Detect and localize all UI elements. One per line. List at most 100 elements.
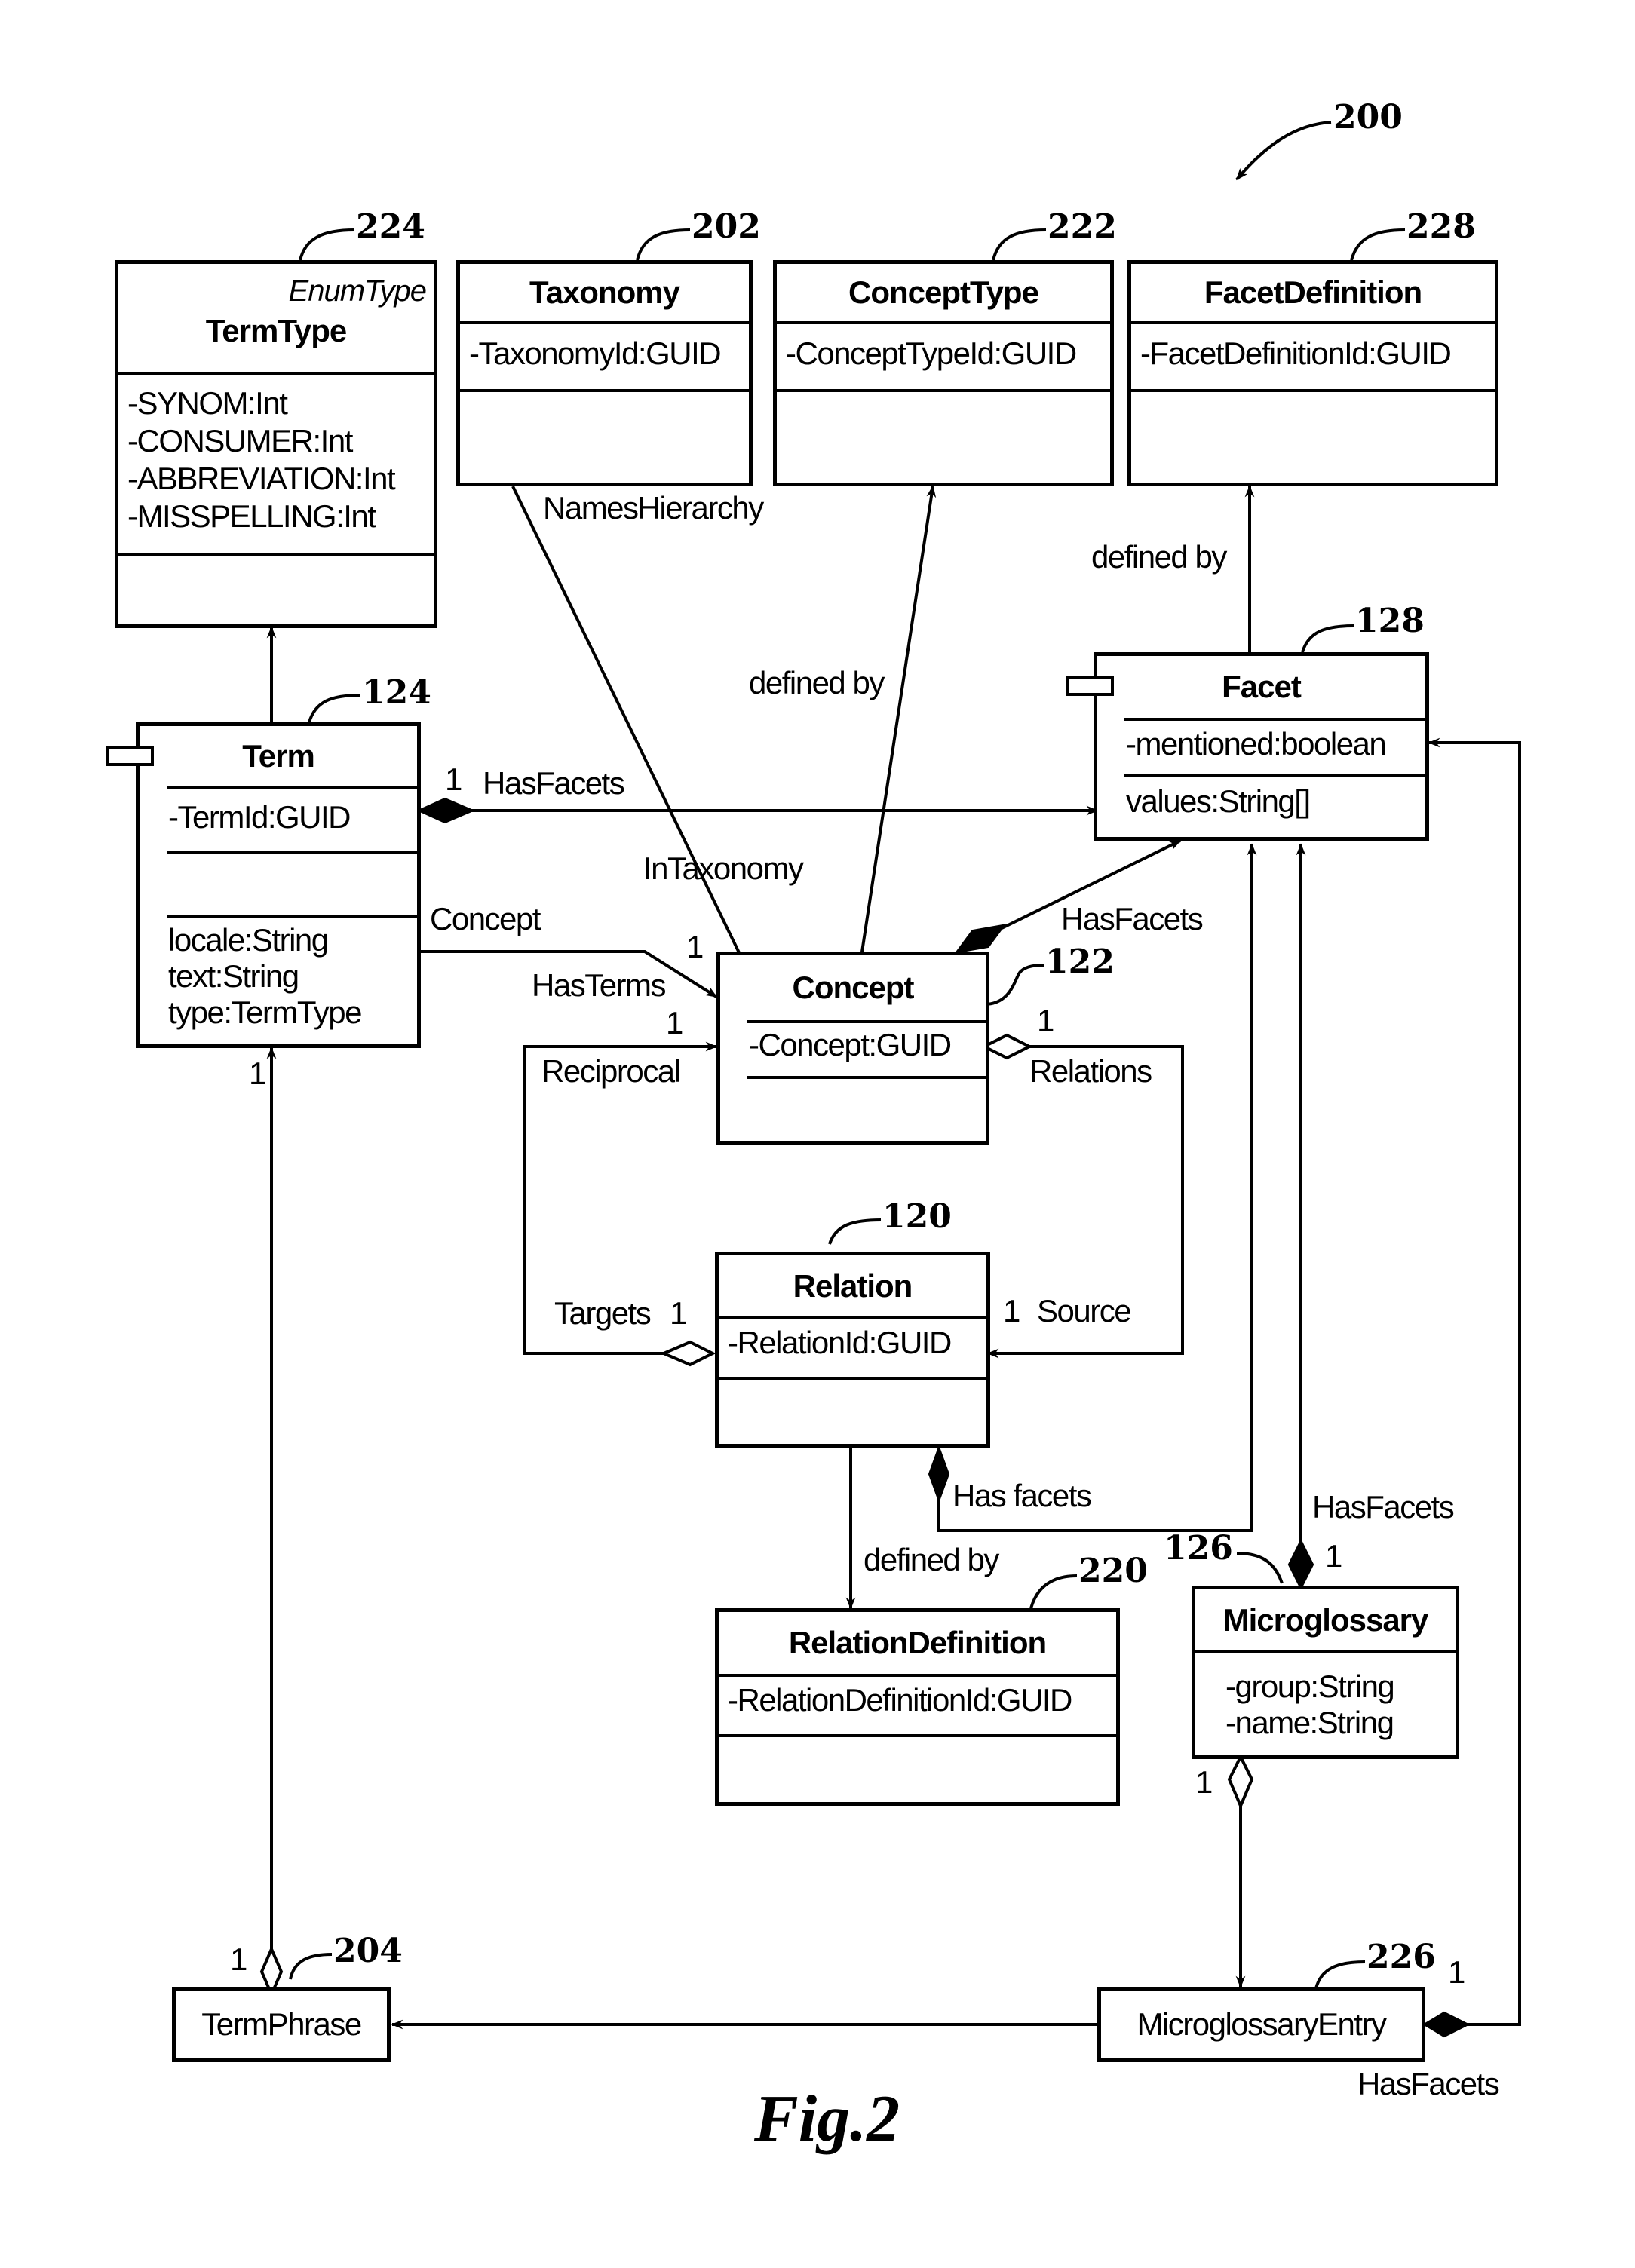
termtype-attr: -MISSPELLING:Int [127,498,376,534]
concept-relations-diamond [980,1033,1033,1060]
class-microglossary[interactable]: Microglossary -group:String -name:String [1192,1586,1459,1759]
term-component-tab-icon [106,746,154,766]
concept-attributes: -Concept:GUID [747,1020,986,1079]
figure-ref-label: 200 [1333,98,1403,136]
ref-leader-120 [828,1218,882,1245]
termtype-ref: 224 [356,207,425,246]
facet-attr: -mentioned:boolean [1126,726,1387,762]
termphrase-name: TermPhrase [201,2006,362,2042]
facet-op: values:String[] [1126,783,1311,819]
termtype-name: TermType [205,313,348,348]
ref-leader-126 [1236,1552,1284,1584]
concepttype-attributes: -ConceptTypeId:GUID [777,324,1110,392]
facet-defined-by-label: defined by [1091,539,1227,575]
termtype-stereotype: EnumType [288,274,427,308]
concepttype-ref: 222 [1048,207,1117,246]
termtype-attr: -CONSUMER:Int [127,423,353,458]
facetdefinition-operations [1131,392,1495,397]
class-facet[interactable]: Facet -mentioned:boolean values:String[] [1094,652,1429,841]
concept-defined-by-link [854,485,937,992]
concept-attr: -Concept:GUID [749,1027,952,1062]
source-label: Source [1037,1293,1132,1329]
ref-leader-226 [1314,1960,1366,1989]
termtype-attr: -SYNOM:Int [127,385,288,421]
class-relationdefinition[interactable]: RelationDefinition -RelationDefinitionId… [715,1608,1120,1806]
microglossary-attributes: -group:String -name:String [1195,1653,1456,1755]
intaxonomy-label: InTaxonomy [643,851,804,886]
taxonomy-attr: -TaxonomyId:GUID [469,336,722,371]
taxonomy-attributes: -TaxonomyId:GUID [460,324,749,392]
facetdefinition-attributes: -FacetDefinitionId:GUID [1131,324,1495,392]
hasterms-mult: 1 [666,1005,683,1041]
facet-component-tab-icon [1066,676,1114,696]
termphrase-mult: 1 [230,1942,247,1977]
facetdefinition-ref: 228 [1406,207,1476,246]
microglossary-hasfacets-diamond [1287,1538,1314,1591]
ref-leader-228 [1350,228,1406,261]
termtype-operations [118,556,434,561]
taxonomy-operations [460,392,749,397]
term-name: Term [242,738,315,774]
concept-composition-diamond [954,924,1007,954]
microglossaryentry-ref: 226 [1367,1938,1436,1976]
termtype-attr: -ABBREVIATION:Int [127,461,396,496]
class-concepttype[interactable]: ConceptType -ConceptTypeId:GUID [773,260,1114,486]
relation-name: Relation [719,1255,986,1319]
microglossary-ref: 126 [1164,1529,1233,1568]
relation-hasfacets-label: Has facets [952,1478,1092,1513]
concept-hasfacets-label: HasFacets [1061,901,1204,936]
relationdefinition-ref: 220 [1078,1552,1148,1590]
class-concept[interactable]: Concept -Concept:GUID [716,952,989,1145]
term-operations: locale:String text:String type:TermType [140,918,417,1031]
term-op: locale:String [168,922,329,958]
targets-mult: 1 [670,1295,687,1331]
microglossary-entry-mult: 1 [1195,1764,1213,1800]
relation-attributes: -RelationId:GUID [719,1319,986,1380]
term-attributes: -TermId:GUID [167,786,417,854]
source-mult: 1 [1003,1293,1020,1329]
relationdefinition-attr: -RelationDefinitionId:GUID [728,1682,1072,1718]
ref-leader-202 [636,228,691,261]
relation-operations [719,1380,986,1384]
term-hasfacets-mult: 1 [445,762,462,797]
class-relation[interactable]: Relation -RelationId:GUID [715,1252,990,1448]
ref-leader-128 [1301,624,1354,653]
entry-hasfacets-diamond [1422,2011,1471,2038]
class-term[interactable]: Term -TermId:GUID locale:String text:Str… [136,722,421,1048]
entry-hasfacets-mult: 1 [1448,1954,1465,1990]
concept-name: Concept [792,970,915,1005]
ref-leader-124 [308,694,361,723]
termtype-attributes: -SYNOM:Int -CONSUMER:Int -ABBREVIATION:I… [118,375,434,556]
class-facetdefinition[interactable]: FacetDefinition -FacetDefinitionId:GUID [1127,260,1498,486]
term-empty-section [167,854,417,918]
relationdefinition-operations [719,1737,1116,1742]
class-microglossaryentry[interactable]: MicroglossaryEntry [1097,1987,1425,2062]
term-attr: -TermId:GUID [168,799,351,835]
concepttype-attr: -ConceptTypeId:GUID [786,336,1077,371]
ref-leader-122 [983,964,1044,1006]
class-taxonomy[interactable]: Taxonomy -TaxonomyId:GUID [456,260,753,486]
relation-hasfacets-diamond [928,1445,950,1503]
intaxonomy-link [511,486,759,993]
class-termphrase[interactable]: TermPhrase [172,1987,391,2062]
taxonomy-name: Taxonomy [460,264,749,324]
entry-hasfacets-link [1428,737,1521,2026]
facetdefinition-attr: -FacetDefinitionId:GUID [1140,336,1452,371]
concept-operations [720,1079,986,1083]
term-concept-label: Concept [430,901,541,936]
relations-mult: 1 [1037,1003,1054,1038]
ref-leader-220 [1029,1574,1078,1609]
hasterms-label: HasTerms [532,967,667,1003]
term-op: text:String [168,958,299,994]
relation-ref: 120 [882,1197,952,1236]
microglossary-attr: -name:String [1225,1705,1394,1740]
concepttype-operations [777,392,1110,397]
class-termtype[interactable]: EnumType TermType -SYNOM:Int -CONSUMER:I… [115,260,437,628]
facet-operations: values:String[] [1097,777,1425,820]
relationdefinition-attributes: -RelationDefinitionId:GUID [719,1677,1116,1737]
term-op: type:TermType [168,995,362,1030]
ref-leader-222 [992,228,1047,261]
term-ref: 124 [362,673,431,712]
concepttype-name: ConceptType [777,264,1110,324]
targets-label: Targets [554,1295,652,1331]
